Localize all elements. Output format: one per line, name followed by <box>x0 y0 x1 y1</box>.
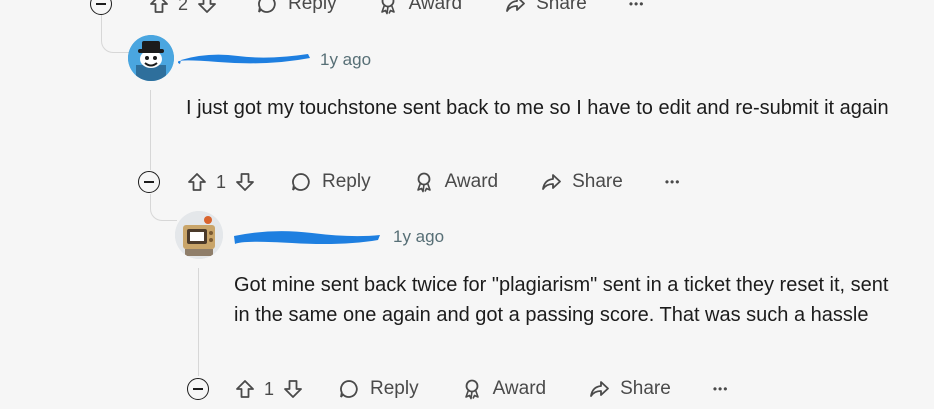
share-label: Share <box>620 378 671 399</box>
reply-label: Reply <box>370 378 419 399</box>
upvote-icon <box>188 173 206 191</box>
avatar[interactable] <box>128 35 174 81</box>
snoo-avatar-icon <box>175 211 223 259</box>
share-button[interactable]: Share <box>504 0 587 15</box>
comment-timestamp[interactable]: 1y ago <box>393 227 444 247</box>
thread-line <box>150 90 151 170</box>
more-icon: ••• <box>664 175 681 189</box>
collapse-thread-button[interactable] <box>90 0 112 15</box>
award-icon <box>464 379 479 400</box>
collapse-thread-button[interactable] <box>187 378 209 400</box>
share-icon <box>590 381 610 397</box>
downvote-button[interactable] <box>196 0 218 15</box>
more-icon: ••• <box>628 0 645 11</box>
comment-actions: 1 Reply Award Share ••• <box>187 369 728 409</box>
snoo-avatar-icon <box>128 35 174 81</box>
upvote-button[interactable] <box>148 0 170 15</box>
comment-bubble-icon <box>292 173 310 191</box>
vote-count: 1 <box>216 171 227 192</box>
share-label: Share <box>536 0 587 14</box>
share-button[interactable]: Share <box>540 171 623 193</box>
comment-bubble-icon <box>258 0 276 13</box>
avatar[interactable] <box>175 211 223 259</box>
award-label: Award <box>408 0 463 14</box>
downvote-button[interactable] <box>234 171 256 193</box>
downvote-button[interactable] <box>282 378 304 400</box>
comment-body: Got mine sent back twice for "plagiarism… <box>234 274 889 326</box>
comment-timestamp[interactable]: 1y ago <box>320 50 371 70</box>
share-icon <box>542 174 562 190</box>
more-icon: ••• <box>712 382 729 396</box>
more-options-button[interactable]: ••• <box>665 175 681 189</box>
share-icon <box>506 0 526 12</box>
thread-line <box>198 268 199 376</box>
award-button[interactable]: Award <box>413 171 499 193</box>
downvote-icon <box>236 173 254 191</box>
redacted-username <box>178 54 310 64</box>
award-icon <box>416 172 431 193</box>
top-comment-actions: 2 Reply Award Share ••• <box>90 0 644 24</box>
collapse-thread-button[interactable] <box>138 171 160 193</box>
upvote-icon <box>236 380 254 398</box>
reply-button[interactable]: Reply <box>290 171 371 193</box>
reply-label: Reply <box>288 0 337 14</box>
upvote-button[interactable] <box>186 171 208 193</box>
comment-actions: 1 Reply Award Share ••• <box>138 162 680 202</box>
award-label: Award <box>444 171 499 192</box>
award-button[interactable]: Award <box>377 0 463 15</box>
award-icon <box>380 0 395 15</box>
reply-button[interactable]: Reply <box>256 0 337 15</box>
upvote-button[interactable] <box>234 378 256 400</box>
vote-count: 1 <box>264 378 275 399</box>
share-label: Share <box>572 171 623 192</box>
thread-elbow <box>101 28 130 53</box>
more-options-button[interactable]: ••• <box>629 0 645 11</box>
more-options-button[interactable]: ••• <box>713 382 729 396</box>
vote-count: 2 <box>178 0 189 14</box>
comment-body: I just got my touchstone sent back to me… <box>186 97 889 119</box>
reply-button[interactable]: Reply <box>338 378 419 400</box>
award-button[interactable]: Award <box>461 378 547 400</box>
share-button[interactable]: Share <box>588 378 671 400</box>
award-label: Award <box>492 378 547 399</box>
downvote-icon <box>198 0 216 13</box>
redacted-username <box>234 231 380 244</box>
upvote-icon <box>150 0 168 13</box>
downvote-icon <box>284 380 302 398</box>
comment-bubble-icon <box>340 380 358 398</box>
reply-label: Reply <box>322 171 371 192</box>
